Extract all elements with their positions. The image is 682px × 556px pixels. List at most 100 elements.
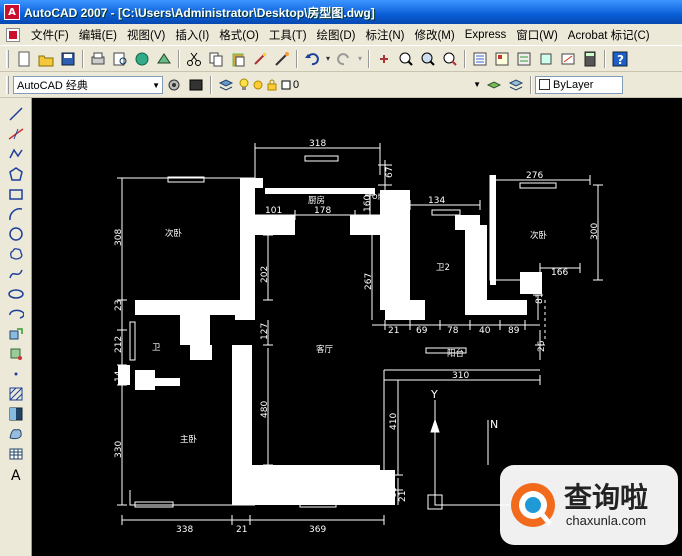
- dim-89: 89: [508, 326, 520, 336]
- dim-21: 21: [388, 326, 399, 336]
- dim-369: 369: [309, 525, 326, 535]
- toolbar-grip[interactable]: [6, 75, 9, 94]
- dim-166: 166: [551, 268, 568, 278]
- toolbar-grip[interactable]: [6, 49, 9, 68]
- copy-icon[interactable]: [206, 49, 226, 69]
- open-icon[interactable]: [36, 49, 56, 69]
- zoom-previous-icon[interactable]: [440, 49, 460, 69]
- block-editor-icon[interactable]: [272, 49, 292, 69]
- spline-icon[interactable]: [5, 264, 27, 283]
- dim-67: 67: [385, 167, 395, 178]
- workspace-select[interactable]: AutoCAD 经典 ▼: [13, 75, 163, 94]
- dim-40: 40: [479, 326, 491, 336]
- tool-palettes-icon[interactable]: [514, 49, 534, 69]
- help-icon[interactable]: ?: [610, 49, 630, 69]
- region-icon[interactable]: [5, 424, 27, 443]
- chevron-down-icon: ▼: [473, 79, 481, 89]
- dim-101: 101: [265, 206, 282, 216]
- redo-icon[interactable]: [334, 49, 354, 69]
- hatch-icon[interactable]: [5, 384, 27, 403]
- ellipse-icon[interactable]: [5, 284, 27, 303]
- dim-267: 267: [364, 273, 374, 290]
- new-icon[interactable]: [14, 49, 34, 69]
- calculator-icon[interactable]: [580, 49, 600, 69]
- properties-icon[interactable]: [470, 49, 490, 69]
- dim-21-bottom: 21: [236, 525, 247, 535]
- dim-21b: 21: [398, 491, 408, 502]
- menu-draw[interactable]: 绘图(D): [312, 27, 361, 43]
- undo-dropdown-icon[interactable]: ▾: [324, 49, 332, 69]
- circle-icon[interactable]: [5, 224, 27, 243]
- dim-310: 310: [452, 371, 469, 381]
- title-bar: A AutoCAD 2007 - [C:\Users\Administrator…: [0, 0, 682, 24]
- dim-330: 330: [114, 441, 124, 458]
- polygon-icon[interactable]: [5, 164, 27, 183]
- layer-select[interactable]: 0 ▼: [293, 76, 483, 94]
- save-icon[interactable]: [58, 49, 78, 69]
- menu-edit[interactable]: 编辑(E): [74, 27, 122, 43]
- menu-dimension[interactable]: 标注(N): [361, 27, 410, 43]
- construction-line-icon[interactable]: [5, 124, 27, 143]
- table-icon[interactable]: [5, 444, 27, 463]
- menu-file[interactable]: 文件(F): [26, 27, 74, 43]
- undo-icon[interactable]: [302, 49, 322, 69]
- layer-previous-icon[interactable]: [506, 75, 526, 95]
- color-select[interactable]: ByLayer: [535, 75, 623, 94]
- menu-format[interactable]: 格式(O): [214, 27, 264, 43]
- document-icon[interactable]: [6, 27, 20, 42]
- room-label-kitchen: 厨房: [308, 195, 325, 206]
- line-icon[interactable]: [5, 104, 27, 123]
- menu-tools[interactable]: 工具(T): [264, 27, 312, 43]
- redo-dropdown-icon[interactable]: ▾: [356, 49, 364, 69]
- room-label-bath1: 卫: [152, 343, 161, 353]
- window-title: AutoCAD 2007 - [C:\Users\Administrator\D…: [24, 5, 375, 20]
- make-block-icon[interactable]: [5, 344, 27, 363]
- dim-276: 276: [526, 171, 543, 181]
- pan-icon[interactable]: [374, 49, 394, 69]
- dim-127: 127: [260, 323, 270, 340]
- lock-icon[interactable]: [266, 75, 278, 95]
- arc-icon[interactable]: [5, 204, 27, 223]
- dim-178: 178: [314, 206, 331, 216]
- ellipse-arc-icon[interactable]: [5, 304, 27, 323]
- room-label-living: 客厅: [316, 344, 334, 355]
- light-bulb-icon[interactable]: [238, 75, 250, 95]
- menu-insert[interactable]: 插入(I): [170, 27, 214, 43]
- zoom-window-icon[interactable]: [418, 49, 438, 69]
- insert-block-icon[interactable]: [5, 324, 27, 343]
- sun-icon[interactable]: [252, 75, 264, 95]
- my-workspace-icon[interactable]: [186, 75, 206, 95]
- workspace-settings-icon[interactable]: [164, 75, 184, 95]
- room-label-bedroom2: 次卧: [530, 230, 548, 241]
- multiline-text-icon[interactable]: A: [5, 464, 27, 483]
- cut-icon[interactable]: [184, 49, 204, 69]
- menu-acrobat[interactable]: Acrobat 标记(C): [563, 27, 655, 43]
- rectangle-icon[interactable]: [5, 184, 27, 203]
- plot-preview-icon[interactable]: [110, 49, 130, 69]
- menu-window[interactable]: 窗口(W): [511, 27, 563, 43]
- menu-express[interactable]: Express: [460, 29, 512, 41]
- workspace-value: AutoCAD 经典: [17, 79, 88, 92]
- plot-icon[interactable]: [88, 49, 108, 69]
- dim-300: 300: [590, 223, 600, 240]
- polyline-icon[interactable]: [5, 144, 27, 163]
- gradient-icon[interactable]: [5, 404, 27, 423]
- layer-properties-icon[interactable]: [216, 75, 236, 95]
- make-current-layer-icon[interactable]: [484, 75, 504, 95]
- revision-cloud-icon[interactable]: [5, 244, 27, 263]
- markup-icon[interactable]: [558, 49, 578, 69]
- paste-icon[interactable]: [228, 49, 248, 69]
- publish-icon[interactable]: [132, 49, 152, 69]
- menu-modify[interactable]: 修改(M): [409, 27, 459, 43]
- room-label-bath2: 卫2: [436, 263, 450, 273]
- 3d-dwf-icon[interactable]: [154, 49, 174, 69]
- zoom-realtime-icon[interactable]: [396, 49, 416, 69]
- sheet-set-icon[interactable]: [536, 49, 556, 69]
- match-properties-icon[interactable]: [250, 49, 270, 69]
- color-checkbox: [539, 79, 550, 90]
- point-icon[interactable]: [5, 364, 27, 383]
- dim-69: 69: [416, 326, 428, 336]
- color-swatch-icon[interactable]: [280, 75, 292, 95]
- design-center-icon[interactable]: [492, 49, 512, 69]
- menu-view[interactable]: 视图(V): [122, 27, 170, 43]
